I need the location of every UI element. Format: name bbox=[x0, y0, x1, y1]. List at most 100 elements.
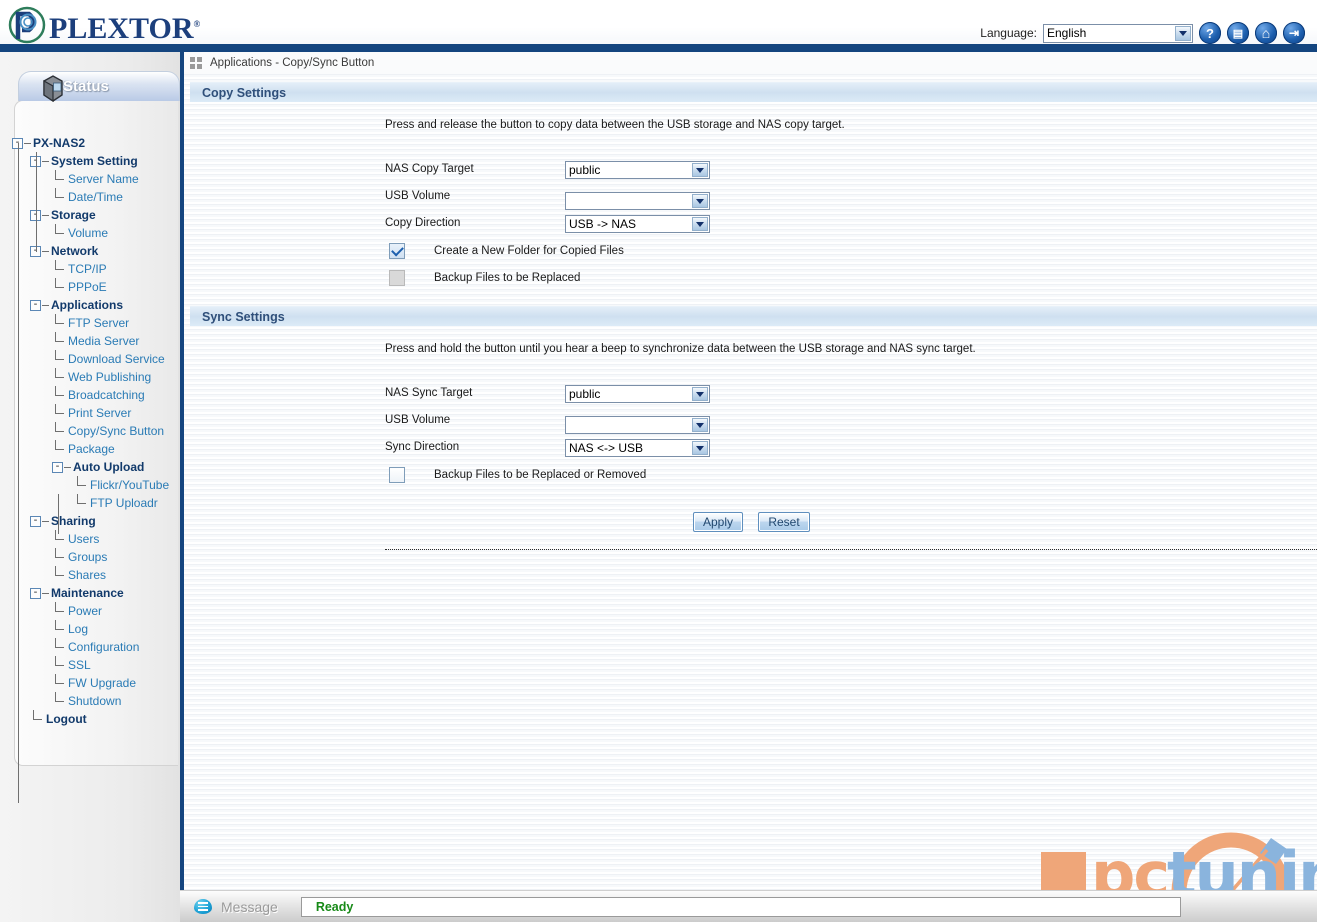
sidebar-item-users[interactable]: Users bbox=[0, 530, 180, 548]
usb-volume-sync-select[interactable] bbox=[565, 416, 710, 434]
nas-copy-target-label: NAS Copy Target bbox=[385, 163, 474, 175]
sidebar-item-download-service[interactable]: Download Service bbox=[0, 350, 180, 368]
sidebar-item-label: Flickr/YouTube bbox=[90, 478, 170, 492]
sidebar-item-label: Copy/Sync Button bbox=[68, 424, 165, 438]
sidebar-item-label: Groups bbox=[68, 550, 108, 564]
copy-settings-title: Copy Settings bbox=[202, 85, 287, 100]
sidebar-item-label: FW Upgrade bbox=[68, 676, 137, 690]
help-icon[interactable]: ? bbox=[1199, 22, 1221, 44]
language-selector-group: Language: English ? ▤ ⌂ ⇥ bbox=[980, 22, 1305, 44]
sidebar-item-label: Auto Upload bbox=[73, 460, 145, 474]
nas-copy-target-select[interactable]: public bbox=[565, 161, 710, 179]
sidebar-item-px-nas2[interactable]: -PX-NAS2 bbox=[0, 134, 180, 152]
sidebar-item-storage[interactable]: -Storage bbox=[0, 206, 180, 224]
sidebar-item-maintenance[interactable]: - Maintenance bbox=[0, 584, 180, 602]
chevron-down-icon[interactable] bbox=[1175, 25, 1191, 41]
copy-direction-label: Copy Direction bbox=[385, 217, 461, 229]
status-tab-label: Status bbox=[63, 78, 109, 95]
nas-sync-target-label: NAS Sync Target bbox=[385, 387, 473, 399]
sidebar-item-log[interactable]: Log bbox=[0, 620, 180, 638]
sidebar-item-shutdown[interactable]: Shutdown bbox=[0, 692, 180, 710]
nas-sync-target-select[interactable]: public bbox=[565, 385, 710, 403]
sidebar-item-applications[interactable]: - Applications bbox=[0, 296, 180, 314]
tree-expander-icon[interactable]: - bbox=[30, 299, 41, 311]
sidebar-item-label: Media Server bbox=[68, 334, 140, 348]
navigation-tree: -PX-NAS2-System SettingServer NameDate/T… bbox=[0, 134, 180, 803]
sidebar-item-shares[interactable]: Shares bbox=[0, 566, 180, 584]
nas-copy-target-value: public bbox=[569, 163, 601, 177]
sidebar-item-power[interactable]: Power bbox=[0, 602, 180, 620]
message-label: Message bbox=[221, 898, 278, 915]
sidebar-item-web-publishing[interactable]: Web Publishing bbox=[0, 368, 180, 386]
language-select[interactable]: English bbox=[1043, 23, 1193, 43]
reset-button[interactable]: Reset bbox=[758, 512, 810, 532]
brand-name: PLEXTOR® bbox=[49, 9, 200, 44]
backup-replaced-removed-label: Backup Files to be Replaced or Removed bbox=[434, 469, 647, 481]
sidebar-item-volume[interactable]: Volume bbox=[0, 224, 180, 242]
reset-button-label: Reset bbox=[768, 515, 800, 529]
sidebar-item-date-time[interactable]: Date/Time bbox=[0, 188, 180, 206]
sync-settings-description: Press and hold the button until you hear… bbox=[385, 343, 976, 355]
tree-connector bbox=[52, 404, 68, 422]
usb-volume-copy-select[interactable] bbox=[565, 192, 710, 210]
tree-connector bbox=[42, 592, 49, 594]
sidebar-item-ftp-uploadr[interactable]: FTP Uploadr bbox=[0, 494, 180, 512]
sync-direction-select[interactable]: NAS <-> USB bbox=[565, 439, 710, 457]
sidebar-item-package[interactable]: Package bbox=[0, 440, 180, 458]
backup-replaced-checkbox[interactable] bbox=[389, 270, 405, 286]
sidebar-item-system-setting[interactable]: -System Setting bbox=[0, 152, 180, 170]
usb-volume-copy-label: USB Volume bbox=[385, 190, 451, 202]
tree-connector bbox=[52, 422, 68, 440]
sidebar-item-broadcatching[interactable]: Broadcatching bbox=[0, 386, 180, 404]
sidebar-item-label: FTP Server bbox=[68, 316, 130, 330]
tree-connector bbox=[74, 476, 90, 494]
brand-logo: PLEXTOR® bbox=[8, 6, 200, 44]
sitemap-icon[interactable]: ▤ bbox=[1227, 22, 1249, 44]
tree-connector bbox=[52, 260, 68, 278]
chevron-down-icon[interactable] bbox=[692, 387, 708, 401]
backup-replaced-removed-checkbox[interactable] bbox=[389, 467, 405, 483]
chevron-down-icon[interactable] bbox=[692, 217, 708, 231]
tree-connector bbox=[52, 692, 68, 710]
sidebar-item-label: Shares bbox=[68, 568, 107, 582]
copy-direction-select[interactable]: USB -> NAS bbox=[565, 215, 710, 233]
sidebar-item-pppoe[interactable]: PPPoE bbox=[0, 278, 180, 296]
sidebar-item-media-server[interactable]: Media Server bbox=[0, 332, 180, 350]
apply-button[interactable]: Apply bbox=[693, 512, 743, 532]
sidebar-item-server-name[interactable]: Server Name bbox=[0, 170, 180, 188]
sidebar-item-tcp-ip[interactable]: TCP/IP bbox=[0, 260, 180, 278]
sidebar-item-ftp-server[interactable]: FTP Server bbox=[0, 314, 180, 332]
sidebar-item-configuration[interactable]: Configuration bbox=[0, 638, 180, 656]
chevron-down-icon[interactable] bbox=[692, 418, 708, 432]
sync-direction-label: Sync Direction bbox=[385, 441, 460, 453]
sidebar-item-label: Shutdown bbox=[68, 694, 122, 708]
sidebar-item-auto-upload[interactable]: - Auto Upload bbox=[0, 458, 180, 476]
sidebar-item-logout[interactable]: Logout bbox=[0, 710, 180, 728]
sidebar-item-sharing[interactable]: - Sharing bbox=[0, 512, 180, 530]
tree-expander-icon[interactable]: - bbox=[30, 515, 41, 527]
copy-direction-value: USB -> NAS bbox=[569, 217, 637, 231]
logout-icon-glyph: ⇥ bbox=[1288, 26, 1300, 40]
sidebar-item-copy-sync-button[interactable]: Copy/Sync Button bbox=[0, 422, 180, 440]
tree-expander-icon[interactable]: - bbox=[30, 587, 41, 599]
plextor-logo-icon bbox=[8, 6, 46, 44]
tree-expander-icon[interactable]: - bbox=[52, 461, 63, 473]
sidebar-item-label: Maintenance bbox=[51, 586, 124, 600]
chevron-down-icon[interactable] bbox=[692, 441, 708, 455]
chevron-down-icon[interactable] bbox=[692, 194, 708, 208]
home-icon[interactable]: ⌂ bbox=[1255, 22, 1277, 44]
sidebar-item-groups[interactable]: Groups bbox=[0, 548, 180, 566]
sidebar-item-print-server[interactable]: Print Server bbox=[0, 404, 180, 422]
sidebar-item-ssl[interactable]: SSL bbox=[0, 656, 180, 674]
sidebar-item-label: FTP Uploadr bbox=[90, 496, 158, 510]
tree-connector bbox=[52, 674, 68, 692]
sidebar-item-network[interactable]: -Network bbox=[0, 242, 180, 260]
sidebar-item-flickr-youtube[interactable]: Flickr/YouTube bbox=[0, 476, 180, 494]
sidebar-item-label: Broadcatching bbox=[68, 388, 145, 402]
logout-icon[interactable]: ⇥ bbox=[1283, 22, 1305, 44]
create-folder-checkbox[interactable] bbox=[389, 243, 405, 259]
sidebar-item-fw-upgrade[interactable]: FW Upgrade bbox=[0, 674, 180, 692]
nas-sync-target-value: public bbox=[569, 387, 601, 401]
chevron-down-icon[interactable] bbox=[692, 163, 708, 177]
nas-sync-target-select-wrap: public bbox=[565, 385, 710, 403]
